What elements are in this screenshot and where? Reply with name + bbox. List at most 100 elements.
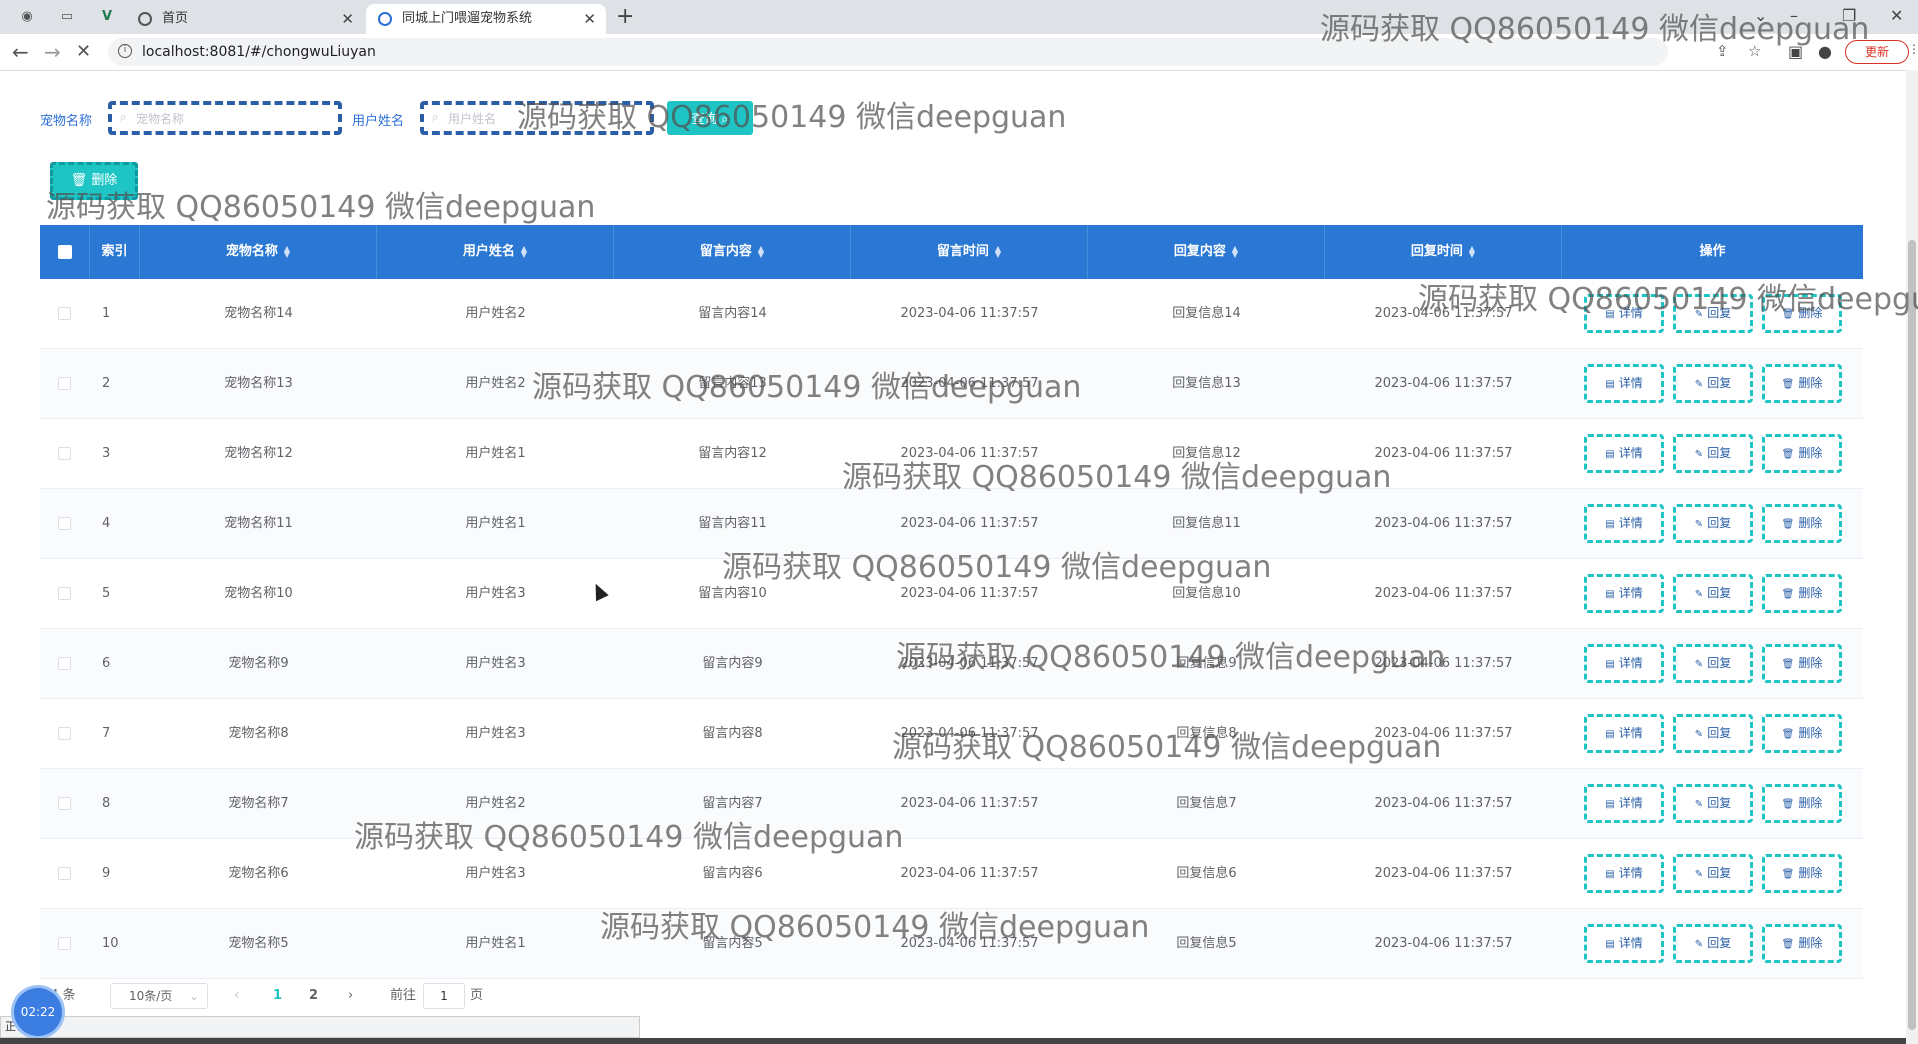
- reply-button[interactable]: ✎ 回复: [1673, 504, 1753, 543]
- pinned-tab-icon[interactable]: ▭: [56, 6, 78, 28]
- page-number[interactable]: 2: [309, 982, 318, 1010]
- column-header-pet[interactable]: 宠物名称 ▲ ▼: [140, 225, 377, 279]
- trash-icon: 🗑: [1781, 449, 1795, 460]
- row-checkbox[interactable]: [58, 657, 71, 670]
- row-checkbox[interactable]: [58, 937, 71, 950]
- info-icon[interactable]: i: [118, 44, 132, 58]
- page-size-select[interactable]: 10条/页 ⌄: [110, 983, 208, 1009]
- tab-active[interactable]: 同城上门喂遛宠物系统 ✕: [366, 4, 606, 34]
- trash-icon: 🗑: [1781, 379, 1795, 390]
- close-icon[interactable]: ✕: [583, 4, 596, 34]
- new-tab-icon[interactable]: +: [616, 4, 634, 30]
- cell-reply-time: 2023-04-06 11:37:57: [1374, 586, 1513, 601]
- select-all-checkbox[interactable]: [58, 245, 72, 259]
- forward-icon[interactable]: →: [44, 40, 61, 64]
- detail-button[interactable]: ▤ 详情: [1584, 924, 1664, 963]
- reply-button[interactable]: ✎ 回复: [1673, 364, 1753, 403]
- column-header-reply[interactable]: 回复内容 ▲ ▼: [1088, 225, 1325, 279]
- delete-button-label: 删除: [1798, 936, 1823, 950]
- pet-name-field[interactable]: ⌕: [108, 101, 342, 135]
- detail-button[interactable]: ▤ 详情: [1584, 364, 1664, 403]
- row-checkbox[interactable]: [58, 867, 71, 880]
- delete-button[interactable]: 🗑 删除: [1762, 924, 1842, 963]
- delete-button[interactable]: 🗑 删除: [1762, 644, 1842, 683]
- menu-icon[interactable]: ⋮: [1908, 42, 1918, 56]
- detail-button[interactable]: ▤ 详情: [1584, 574, 1664, 613]
- delete-button[interactable]: 🗑 删除: [1762, 434, 1842, 473]
- row-checkbox[interactable]: [58, 307, 71, 320]
- sort-icon[interactable]: ▲ ▼: [995, 244, 1001, 258]
- row-checkbox[interactable]: [58, 587, 71, 600]
- vue-tab-icon[interactable]: V: [96, 6, 118, 28]
- cell-index: 10: [102, 936, 119, 951]
- sort-icon[interactable]: ▲ ▼: [521, 244, 527, 258]
- delete-button[interactable]: 🗑 删除: [1762, 714, 1842, 753]
- delete-button[interactable]: 🗑 删除: [1762, 854, 1842, 893]
- pet-name-label: 宠物名称: [40, 114, 93, 129]
- sort-icon[interactable]: ▲ ▼: [1232, 244, 1238, 258]
- reply-button[interactable]: ✎ 回复: [1673, 854, 1753, 893]
- column-header-content[interactable]: 留言内容 ▲ ▼: [614, 225, 851, 279]
- cell-index: 6: [102, 656, 111, 671]
- sort-icon[interactable]: ▲ ▼: [758, 244, 764, 258]
- detail-button-label: 详情: [1618, 446, 1643, 460]
- cell-user: 用户姓名3: [465, 726, 526, 741]
- horizontal-scrollbar[interactable]: [0, 1038, 1906, 1044]
- sort-icon[interactable]: ▲ ▼: [1469, 244, 1475, 258]
- delete-button[interactable]: 🗑 删除: [1762, 784, 1842, 823]
- detail-button[interactable]: ▤ 详情: [1584, 784, 1664, 823]
- edit-icon: ✎: [1694, 729, 1704, 740]
- trash-icon: 🗑: [1781, 659, 1795, 670]
- reply-button[interactable]: ✎ 回复: [1673, 924, 1753, 963]
- reply-button[interactable]: ✎ 回复: [1673, 574, 1753, 613]
- chevron-down-icon: ⌄: [188, 989, 199, 1003]
- row-checkbox[interactable]: [58, 797, 71, 810]
- next-page-icon[interactable]: ›: [348, 982, 353, 1010]
- page-number-active[interactable]: 1: [273, 982, 282, 1010]
- document-icon: ▤: [1605, 799, 1615, 810]
- detail-button[interactable]: ▤ 详情: [1584, 504, 1664, 543]
- cell-index: 2: [102, 376, 111, 391]
- row-checkbox[interactable]: [58, 377, 71, 390]
- cell-reply: 回复信息14: [1172, 306, 1241, 321]
- detail-button[interactable]: ▤ 详情: [1584, 854, 1664, 893]
- row-checkbox[interactable]: [58, 517, 71, 530]
- column-header-time[interactable]: 留言时间 ▲ ▼: [851, 225, 1088, 279]
- close-icon[interactable]: ✕: [341, 4, 354, 34]
- row-checkbox[interactable]: [58, 447, 71, 460]
- detail-button[interactable]: ▤ 详情: [1584, 714, 1664, 753]
- delete-button[interactable]: 🗑 删除: [1762, 504, 1842, 543]
- cell-pet: 宠物名称6: [228, 866, 289, 881]
- goto-page-input[interactable]: 1: [423, 983, 465, 1009]
- delete-button[interactable]: 🗑 删除: [1762, 574, 1842, 613]
- reply-button[interactable]: ✎ 回复: [1673, 784, 1753, 823]
- prev-page-icon[interactable]: ‹: [234, 982, 239, 1010]
- reply-button[interactable]: ✎ 回复: [1673, 434, 1753, 473]
- column-header-reply-time[interactable]: 回复时间 ▲ ▼: [1325, 225, 1562, 279]
- close-window-icon[interactable]: ✕: [1890, 6, 1903, 25]
- detail-button[interactable]: ▤ 详情: [1584, 644, 1664, 683]
- pinned-tab-icon[interactable]: ◉: [16, 6, 38, 28]
- tab-home[interactable]: 首页 ✕: [126, 4, 364, 34]
- watermark: 源码获取 QQ86050149 微信deepguan: [842, 460, 1392, 495]
- back-icon[interactable]: ←: [12, 40, 29, 64]
- sort-icon[interactable]: ▲ ▼: [284, 244, 290, 258]
- trash-icon: 🗑: [1781, 939, 1795, 950]
- delete-button[interactable]: 🗑 删除: [1762, 364, 1842, 403]
- table-header: 索引 宠物名称 ▲ ▼ 用户姓名 ▲ ▼ 留言内容 ▲ ▼ 留言时间 ▲ ▼ 回复内容 ▲ ▼ 回复…: [40, 225, 1863, 279]
- delete-button-label: 删除: [1798, 796, 1823, 810]
- edit-icon: ✎: [1694, 659, 1704, 670]
- watermark: 源码获取 QQ86050149 微信deepguan: [722, 550, 1272, 585]
- detail-button[interactable]: ▤ 详情: [1584, 434, 1664, 473]
- column-header-user[interactable]: 用户姓名 ▲ ▼: [377, 225, 614, 279]
- url-text: localhost:8081/#/chongwuLiuyan: [142, 44, 376, 60]
- row-checkbox[interactable]: [58, 727, 71, 740]
- vertical-scrollbar[interactable]: [1906, 70, 1918, 1044]
- reply-button[interactable]: ✎ 回复: [1673, 644, 1753, 683]
- reply-button[interactable]: ✎ 回复: [1673, 714, 1753, 753]
- scrollbar-thumb[interactable]: [1908, 240, 1916, 1030]
- pet-name-input[interactable]: [134, 107, 318, 131]
- cell-user: 用户姓名1: [465, 516, 526, 531]
- detail-button-label: 详情: [1618, 866, 1643, 880]
- stop-icon[interactable]: ✕: [76, 40, 91, 64]
